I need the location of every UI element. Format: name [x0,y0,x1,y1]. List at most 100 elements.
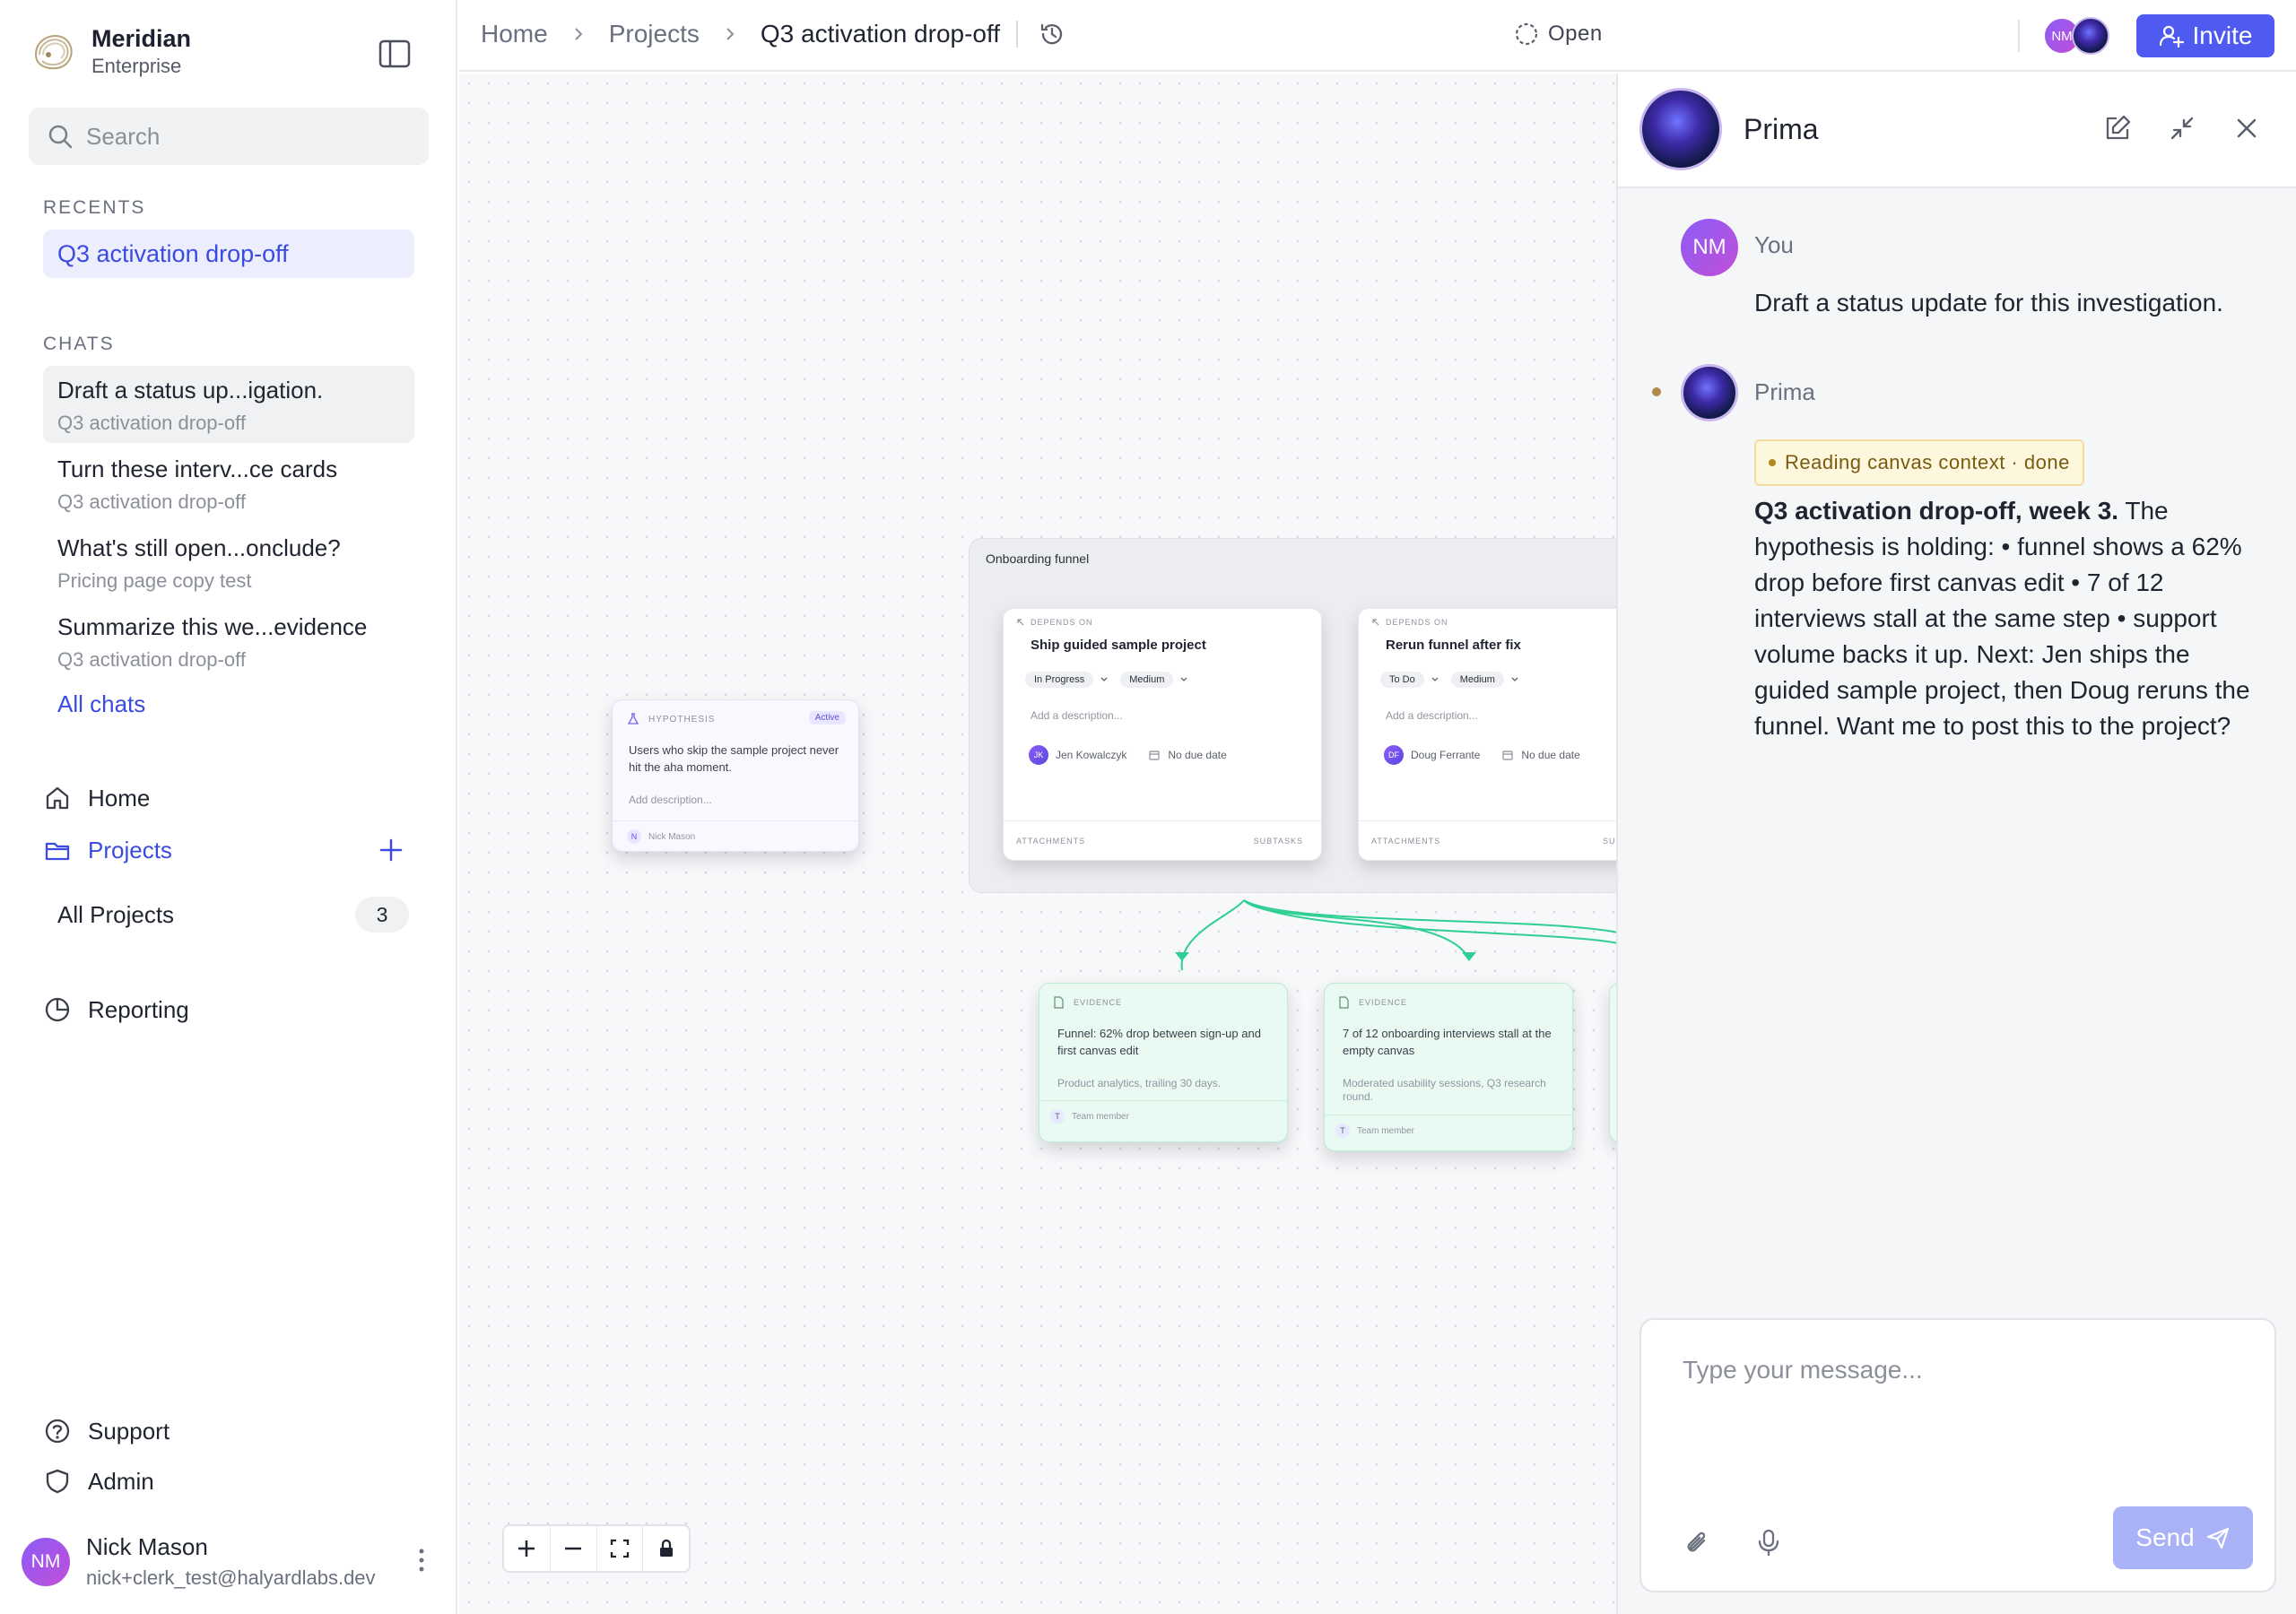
hypothesis-text[interactable]: Users who skip the sample project never … [629,742,844,776]
assignee-avatar: DF [1384,745,1404,765]
send-button[interactable]: Send [2113,1506,2253,1569]
task-card[interactable]: DEPENDS ON Ship guided sample project In… [1003,608,1322,861]
search-box[interactable] [29,108,429,165]
chats-label: CHATS [43,334,115,354]
due-date[interactable]: No due date [1521,749,1579,761]
breadcrumb-home[interactable]: Home [481,20,548,48]
breadcrumb-current: Q3 activation drop-off [760,20,1001,48]
task-status-pill[interactable]: To Do [1380,672,1424,688]
subtasks-label[interactable]: SUBTASKS [1254,837,1303,846]
streaming-indicator [1652,387,1661,396]
status-circle-icon [1515,22,1538,46]
arrow-up-left-icon [1017,619,1024,626]
assignee-name[interactable]: Jen Kowalczyk [1056,749,1126,761]
evidence-card-clipped[interactable] [1609,983,1616,1142]
status-badge[interactable]: Open [1514,22,1603,47]
recents-label: RECENTS [43,197,146,218]
chat-project: Pricing page copy test [57,569,252,592]
paperclip-icon[interactable] [1681,1526,1713,1558]
chat-item[interactable]: Draft a status up...igation. Q3 activati… [43,366,414,443]
author-avatar: T [1050,1109,1065,1124]
nav-admin-label: Admin [88,1467,154,1495]
nav-support[interactable]: Support [43,1417,170,1445]
task-card[interactable]: DEPENDS ON Rerun funnel after fix To Do … [1358,608,1616,861]
invite-button[interactable]: Invite [2136,14,2274,57]
collaborator-avatars[interactable]: NM [2043,17,2115,55]
top-bar: Home Projects Q3 activation drop-off Ope… [459,0,2296,72]
home-icon [46,786,69,810]
fit-view-button[interactable] [597,1526,644,1571]
evidence-title[interactable]: 7 of 12 onboarding interviews stall at t… [1343,1025,1561,1059]
hypothesis-card[interactable]: HYPOTHESIS Active Users who skip the sam… [612,699,859,852]
lock-button[interactable] [643,1526,689,1571]
arrowhead-icon [1462,952,1476,961]
search-input[interactable] [86,122,409,151]
user-message-text: Draft a status update for this investiga… [1754,289,2223,317]
zoom-in-button[interactable] [504,1526,551,1571]
evidence-card[interactable]: EVIDENCE 7 of 12 onboarding interviews s… [1324,983,1573,1151]
evidence-card[interactable]: EVIDENCE Funnel: 62% drop between sign-u… [1039,983,1288,1142]
user-message-author: You [1754,231,1794,258]
user-profile[interactable]: NM Nick Mason nick+clerk_test@halyardlab… [22,1533,376,1590]
chat-item[interactable]: Summarize this we...evidence Q3 activati… [43,603,414,680]
task-description[interactable]: Add a description... [1386,709,1478,722]
tool-status-pill[interactable]: Reading canvas context · done [1754,439,2084,486]
all-chats-link[interactable]: All chats [57,690,145,718]
user-avatar: NM [22,1537,70,1586]
arrow-up-left-icon [1372,619,1379,626]
zoom-out-button[interactable] [551,1526,597,1571]
header-divider [2018,20,2020,52]
chat-item[interactable]: Turn these interv...ce cards Q3 activati… [43,445,414,522]
assignee-name[interactable]: Doug Ferrante [1411,749,1480,761]
nav-all-projects[interactable]: All Projects 3 [57,897,409,933]
workspace-switcher[interactable]: Meridian Enterprise [30,25,191,78]
task-priority-pill[interactable]: Medium [1450,672,1504,688]
workspace-name: Meridian [91,25,192,52]
evidence-title[interactable]: Funnel: 62% drop between sign-up and fir… [1057,1025,1276,1059]
recent-item-q3-activation[interactable]: Q3 activation drop-off [43,230,414,278]
message-input[interactable] [1683,1356,2239,1445]
arrowhead-icon [1175,952,1189,961]
subtasks-label[interactable]: SU [1603,837,1616,846]
due-date[interactable]: No due date [1168,749,1226,761]
task-status-pill[interactable]: In Progress [1025,672,1094,688]
assistant-panel: Prima NM You Draft a status update for t… [1616,74,2296,1614]
folder-icon [45,842,70,861]
attachments-label[interactable]: ATTACHMENTS [1371,837,1440,846]
user-name: Nick Mason [86,1533,208,1560]
depends-on-label: DEPENDS ON [1386,618,1448,627]
microphone-icon[interactable] [1752,1526,1785,1558]
plus-icon [518,1540,535,1557]
nav-admin[interactable]: Admin [43,1467,154,1496]
chat-item[interactable]: What's still open...onclude? Pricing pag… [43,524,414,601]
assistant-avatar [1639,88,1722,170]
card-divider [1004,820,1321,821]
chevron-down-icon [1100,677,1108,681]
close-icon[interactable] [2231,113,2262,143]
history-icon[interactable] [1038,20,1066,48]
nav-home[interactable]: Home [43,784,150,812]
nav-reporting[interactable]: Reporting [43,995,189,1024]
chat-project: Q3 activation drop-off [57,648,246,671]
card-divider [613,820,858,821]
canvas[interactable]: HYPOTHESIS Active Users who skip the sam… [459,74,1616,1614]
depends-on-label: DEPENDS ON [1031,618,1093,627]
nav-support-label: Support [88,1417,170,1445]
minimize-icon[interactable] [2167,113,2197,143]
task-title[interactable]: Rerun funnel after fix [1386,638,1521,653]
assistant-message-avatar [1681,364,1738,421]
task-description[interactable]: Add a description... [1031,709,1123,722]
more-vertical-icon[interactable] [414,1546,429,1575]
search-icon [48,125,73,149]
attachments-label[interactable]: ATTACHMENTS [1016,837,1085,846]
evidence-source: Product analytics, trailing 30 days. [1057,1077,1222,1089]
hypothesis-description[interactable]: Add description... [629,794,712,806]
breadcrumb-projects[interactable]: Projects [609,20,700,48]
task-priority-pill[interactable]: Medium [1120,672,1174,688]
sidebar-toggle-icon[interactable] [377,36,413,72]
add-project-icon[interactable] [377,836,405,864]
calendar-icon [1502,751,1513,760]
new-chat-icon[interactable] [2102,113,2133,143]
task-title[interactable]: Ship guided sample project [1031,638,1206,653]
nav-projects[interactable]: Projects [43,836,172,864]
